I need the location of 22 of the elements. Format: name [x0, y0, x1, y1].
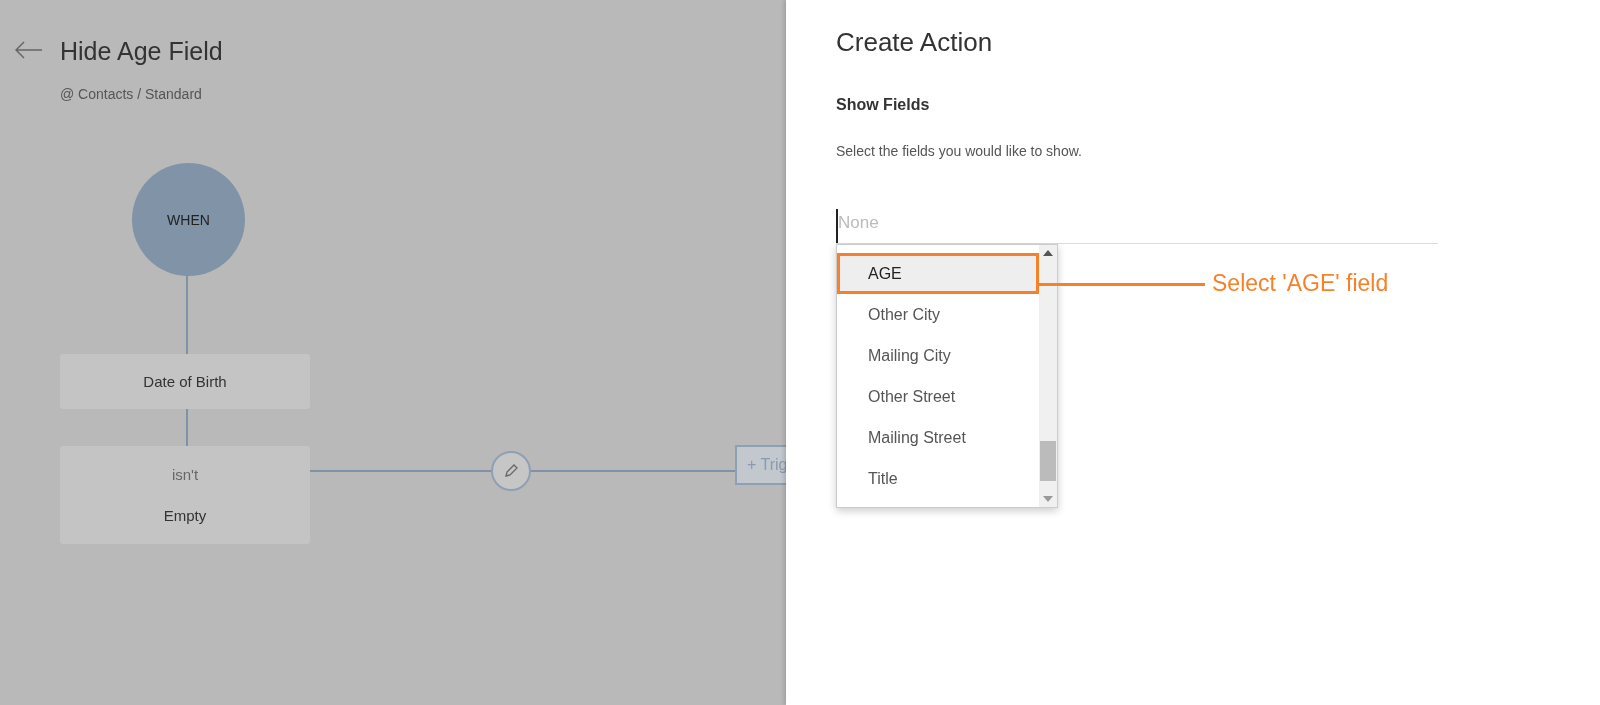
panel-title: Create Action [836, 27, 994, 58]
breadcrumb: @ Contacts / Standard [60, 86, 202, 102]
page-title: Hide Age Field [60, 37, 223, 66]
condition-field-node[interactable]: Date of Birth [60, 354, 310, 409]
condition-operator: isn't [171, 466, 199, 483]
when-node[interactable]: WHEN [132, 163, 245, 276]
dropdown-option[interactable]: Title [837, 458, 1039, 499]
dropdown-option[interactable]: Other Street [837, 376, 1039, 417]
dropdown-option[interactable]: Mailing Street [837, 417, 1039, 458]
section-title: Show Fields [836, 96, 931, 114]
scrollbar[interactable] [1039, 245, 1057, 507]
section-description: Select the fields you would like to show. [836, 143, 1083, 159]
field-name: Date of Birth [143, 373, 227, 390]
dropdown-option[interactable]: AGE [837, 253, 1039, 294]
dropdown-option[interactable]: Other City [837, 294, 1039, 335]
pencil-icon [503, 463, 519, 479]
condition-value: Empty [163, 507, 207, 524]
condition-node[interactable]: isn't Empty [60, 446, 310, 544]
annotation-text: Select 'AGE' field [1212, 270, 1389, 297]
edit-button[interactable] [491, 451, 531, 491]
back-arrow-icon[interactable] [15, 41, 43, 59]
dropdown-option[interactable]: Mailing City [837, 335, 1039, 376]
